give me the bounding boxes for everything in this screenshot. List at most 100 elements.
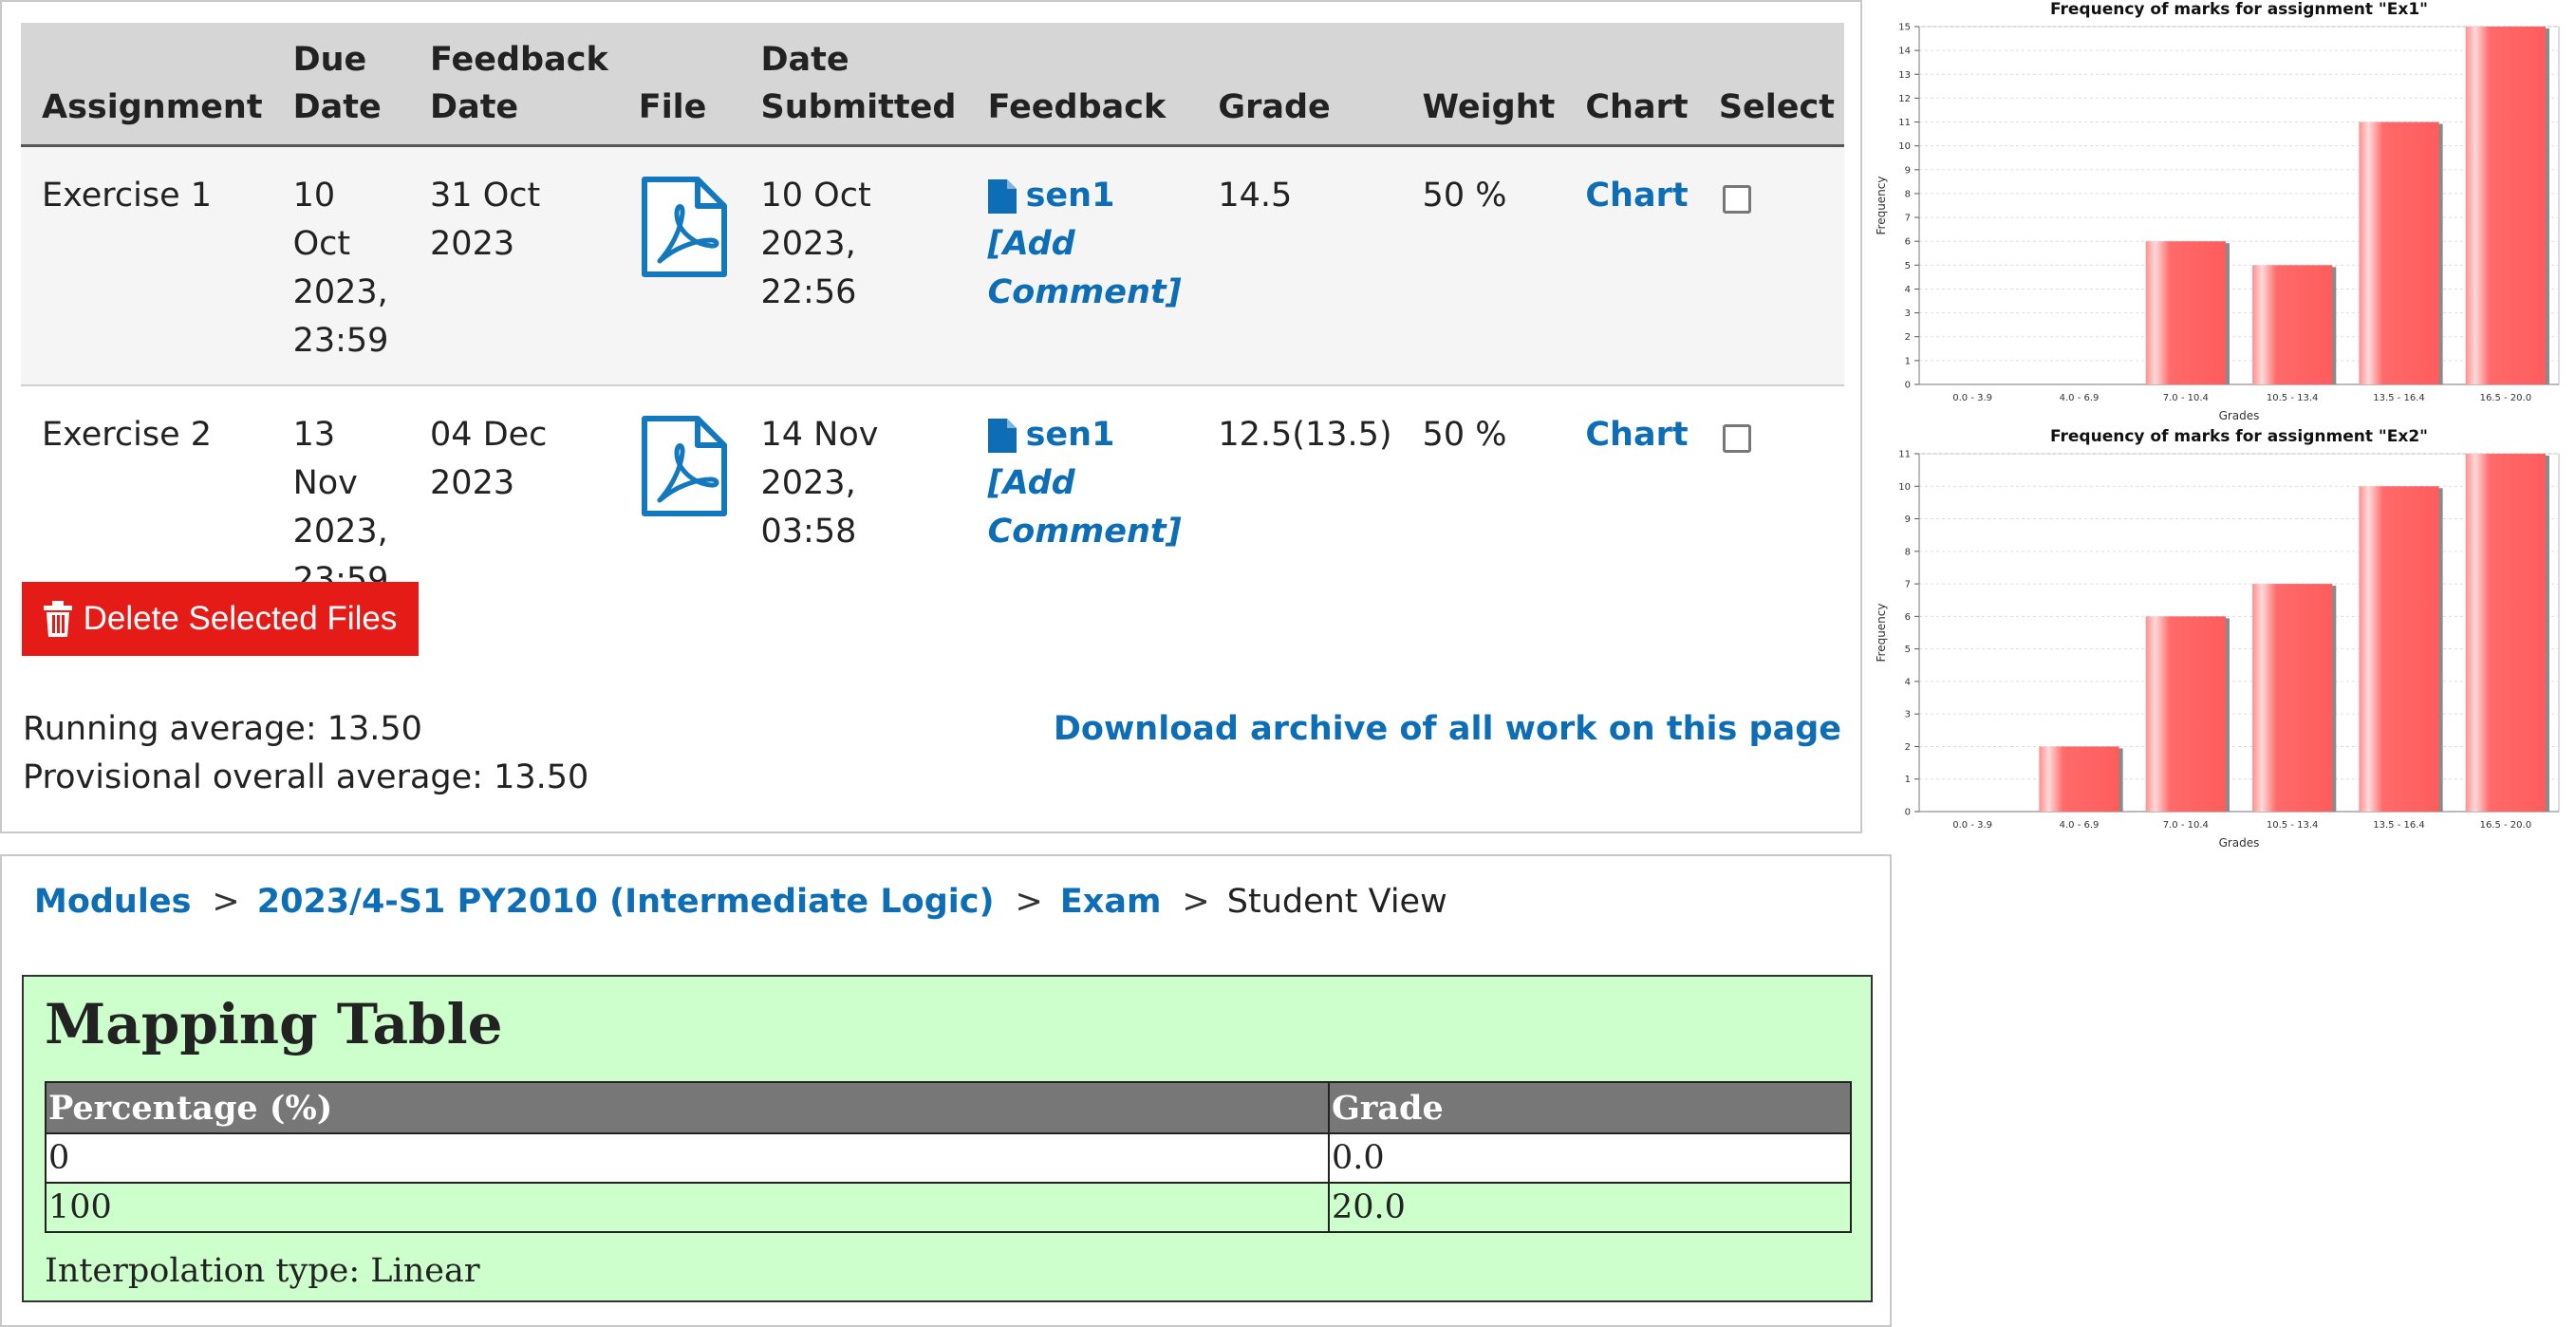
mapping-table: Percentage (%) Grade 0 0.0 100 20.0 [45,1081,1852,1233]
x-tick-label: 13.5 - 16.4 [2373,820,2425,831]
percentage-cell: 0 [45,1132,1330,1184]
y-tick-label: 11 [1898,450,1911,460]
y-tick-label: 6 [1905,612,1911,623]
table-row: Exercise 1 10 Oct 2023, 23:59 31 Oct 2023 1… [21,145,1844,386]
col-assignment: Assignment [21,23,272,147]
running-average: Running average: 13.50 [23,710,422,748]
y-tick-label: 3 [1905,710,1911,720]
col-feedback-date: Feedback Date [409,23,618,147]
breadcrumb-exam[interactable]: Exam [1060,883,1162,921]
y-tick-label: 4 [1905,677,1911,687]
delete-button-label: Delete Selected Files [83,600,398,637]
add-comment-link[interactable]: [Add Comment] [988,459,1188,556]
table-row: 100 20.0 [45,1182,1852,1233]
x-tick-label: 16.5 - 20.0 [2480,393,2532,403]
student-view-panel: Modules > 2023/4-S1 PY2010 (Intermediate… [0,854,1892,1327]
y-tick-label: 13 [1898,70,1911,81]
download-archive-link[interactable]: Download archive of all work on this pag… [1054,710,1841,748]
feedback-file-link[interactable]: sen1 [987,172,1188,220]
y-tick-label: 12 [1898,94,1911,104]
select-cell [1697,145,1844,386]
y-tick-label: 10 [1898,482,1911,493]
y-tick-label: 10 [1898,141,1911,152]
y-tick-label: 8 [1905,547,1911,557]
col-grade: Grade [1328,1081,1852,1134]
interpolation-type: Interpolation type: Linear [45,1252,480,1290]
select-checkbox[interactable] [1722,185,1751,214]
chart-title: Frequency of marks for assignment "Ex2" [2050,427,2428,446]
chart-link[interactable]: Chart [1564,145,1698,386]
feedback-cell: sen1 [Add Comment] [966,145,1198,386]
breadcrumb-module[interactable]: 2023/4-S1 PY2010 (Intermediate Logic) [257,883,995,921]
x-tick-label: 7.0 - 10.4 [2163,820,2209,831]
breadcrumb-current: Student View [1226,883,1447,921]
x-tick-label: 7.0 - 10.4 [2163,393,2209,403]
trash-icon [43,601,72,637]
x-tick-label: 10.5 - 13.4 [2267,393,2319,403]
col-date-submitted: Date Submitted [739,23,967,147]
weight: 50 % [1401,385,1565,624]
file-cell [617,145,740,386]
bar [2465,27,2546,384]
chart-ex1: Frequency of marks for assignment "Ex1" 0… [1875,0,2560,422]
pdf-icon[interactable] [639,176,728,292]
y-tick-label: 1 [1905,775,1911,785]
mapping-table-box: Mapping Table Percentage (%) Grade 0 0.0… [22,975,1873,1302]
x-axis-label: Grades [2219,836,2260,850]
x-axis-label: Grades [2219,409,2260,422]
col-feedback: Feedback [966,23,1198,147]
plot-area [1918,26,2560,385]
add-comment-link[interactable]: [Add Comment] [988,220,1188,317]
y-tick-label: 14 [1898,47,1911,57]
col-grade: Grade [1197,23,1402,147]
bar [2359,486,2439,812]
weight: 50 % [1401,145,1565,386]
y-tick-label: 4 [1905,285,1911,295]
provisional-average: Provisional overall average: 13.50 [23,758,589,796]
bar [2252,265,2333,384]
document-icon [987,418,1017,453]
pdf-icon[interactable] [639,415,728,532]
y-tick-label: 8 [1905,189,1911,199]
assignments-panel: Assignment Due Date Feedback Date File Da… [0,0,1862,833]
grade: 12.5(13.5) [1197,385,1402,624]
chart-link[interactable]: Chart [1564,385,1698,624]
percentage-cell: 100 [45,1182,1330,1233]
y-tick-label: 9 [1905,165,1911,176]
bar [2039,746,2119,812]
x-tick-label: 16.5 - 20.0 [2480,820,2532,831]
breadcrumb-modules[interactable]: Modules [34,883,191,921]
breadcrumb-separator: > [1015,883,1043,921]
feedback-file-link[interactable]: sen1 [987,411,1188,459]
y-tick-label: 11 [1898,118,1911,128]
date-submitted: 14 Nov 2023, 03:58 [739,385,967,624]
col-percentage: Percentage (%) [45,1081,1330,1134]
delete-selected-files-button[interactable]: Delete Selected Files [22,582,419,656]
col-file: File [617,23,740,147]
y-tick-label: 5 [1905,645,1911,655]
file-cell [617,385,740,624]
mapping-title: Mapping Table [45,992,503,1056]
grade-cell: 20.0 [1328,1182,1852,1233]
due-date: 10 Oct 2023, 23:59 [271,145,410,386]
feedback-cell: sen1 [Add Comment] [966,385,1198,624]
col-chart: Chart [1564,23,1698,147]
mapping-header-row: Percentage (%) Grade [45,1081,1852,1134]
table-row: 0 0.0 [45,1132,1852,1184]
bar [2359,121,2439,385]
x-tick-label: 4.0 - 6.9 [2060,393,2100,403]
chart-ex2: Frequency of marks for assignment "Ex2" 0… [1875,427,2560,850]
y-tick-label: 7 [1905,214,1911,224]
assignment-name: Exercise 1 [21,145,272,386]
y-tick-label: 0 [1905,381,1911,391]
bar [2252,584,2333,812]
y-tick-label: 9 [1905,514,1911,525]
y-tick-label: 15 [1898,23,1911,33]
grade: 14.5 [1197,145,1402,386]
select-checkbox[interactable] [1722,424,1751,453]
feedback-date: 31 Oct 2023 [409,145,618,386]
select-cell [1697,385,1844,624]
y-tick-label: 2 [1905,332,1911,343]
x-tick-label: 4.0 - 6.9 [2060,820,2100,831]
grade-cell: 0.0 [1328,1132,1852,1184]
